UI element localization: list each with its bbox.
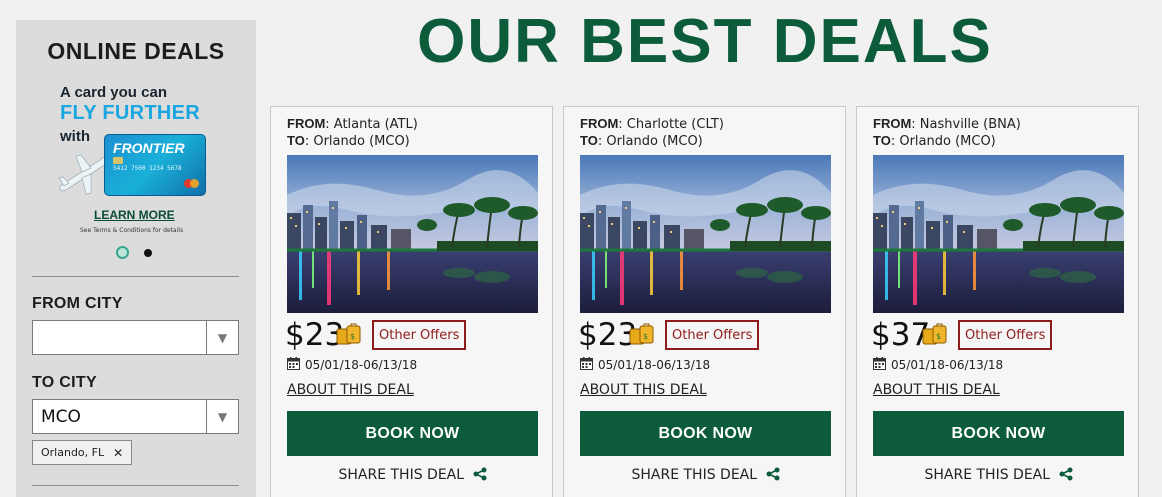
about-deal-link[interactable]: ABOUT THIS DEAL — [873, 382, 1000, 398]
about-deal-link[interactable]: ABOUT THIS DEAL — [580, 382, 707, 398]
to-city-select[interactable]: MCO ▼ — [32, 399, 239, 434]
calendar-icon — [287, 357, 300, 370]
tag-label: Orlando, FL — [41, 446, 105, 459]
share-deal-link[interactable]: SHARE THIS DEAL — [857, 467, 1140, 483]
close-icon[interactable]: ✕ — [113, 446, 123, 460]
deal-dates: 05/01/18-06/13/18 — [598, 358, 711, 372]
to-city: : Orlando (MCO) — [597, 134, 703, 149]
other-offers-button[interactable]: Other Offers — [665, 320, 760, 350]
luggage-icon: $ — [922, 323, 947, 345]
other-offers-button[interactable]: Other Offers — [372, 320, 467, 350]
promo-line-1: A card you can — [60, 84, 167, 101]
book-now-button[interactable]: BOOK NOW — [287, 411, 538, 456]
share-label: SHARE THIS DEAL — [631, 467, 758, 483]
share-deal-link[interactable]: SHARE THIS DEAL — [564, 467, 847, 483]
frontier-card-image: FRONTIER 5412 7500 1234 5678 — [104, 134, 206, 196]
from-city-select[interactable]: ▼ — [32, 320, 239, 355]
about-deal-link[interactable]: ABOUT THIS DEAL — [287, 382, 414, 398]
credit-card-promo[interactable]: A card you can FLY FURTHER with FRONTIER… — [56, 80, 226, 240]
share-icon — [766, 467, 779, 481]
book-now-button[interactable]: BOOK NOW — [580, 411, 831, 456]
deal-from: FROM: Atlanta (ATL) — [287, 116, 418, 132]
svg-text:$: $ — [350, 332, 355, 341]
to-label: TO — [873, 133, 891, 148]
deal-to: TO: Orlando (MCO) — [580, 133, 703, 149]
selected-city-tag: Orlando, FL ✕ — [32, 440, 133, 465]
promo-line-2: FLY FURTHER — [60, 102, 200, 124]
card-brand: FRONTIER — [113, 140, 185, 156]
orlando-skyline-image[interactable] — [580, 155, 831, 313]
sidebar-divider — [32, 276, 239, 277]
share-icon — [1059, 467, 1072, 481]
mastercard-logo-overlap — [190, 179, 199, 188]
share-icon — [473, 467, 486, 481]
deals-sidebar: ONLINE DEALS A card you can FLY FURTHER … — [16, 20, 256, 497]
deal-dates: 05/01/18-06/13/18 — [305, 358, 418, 372]
card-number: 5412 7500 1234 5678 — [113, 165, 182, 172]
carousel-dot[interactable] — [144, 249, 152, 257]
carousel-dots — [116, 246, 156, 259]
from-label: FROM — [873, 116, 912, 131]
luggage-icon: $ — [336, 323, 361, 345]
calendar-icon — [873, 357, 886, 370]
sidebar-title: ONLINE DEALS — [47, 38, 225, 64]
to-city: : Orlando (MCO) — [304, 134, 410, 149]
to-label: TO — [287, 133, 305, 148]
book-now-button[interactable]: BOOK NOW — [873, 411, 1124, 456]
calendar-icon — [580, 357, 593, 370]
deal-card: FROM: Atlanta (ATL) TO: Orlando (MCO) $2… — [270, 106, 553, 497]
deal-to: TO: Orlando (MCO) — [287, 133, 410, 149]
share-label: SHARE THIS DEAL — [338, 467, 465, 483]
orlando-skyline-image[interactable] — [287, 155, 538, 313]
card-chip — [113, 157, 123, 164]
from-city: : Atlanta (ATL) — [325, 117, 418, 132]
deal-dates: 05/01/18-06/13/18 — [891, 358, 1004, 372]
deal-from: FROM: Charlotte (CLT) — [580, 116, 724, 132]
deal-card: FROM: Nashville (BNA) TO: Orlando (MCO) — [856, 106, 1139, 497]
from-city-label: FROM CITY — [32, 295, 123, 312]
luggage-icon: $ — [629, 323, 654, 345]
svg-text:$: $ — [643, 332, 648, 341]
page-title: OUR BEST DEALS — [417, 7, 993, 76]
share-label: SHARE THIS DEAL — [924, 467, 1051, 483]
to-label: TO — [580, 133, 598, 148]
to-city-label: TO CITY — [32, 374, 97, 391]
chevron-down-icon[interactable]: ▼ — [206, 400, 238, 433]
deal-to: TO: Orlando (MCO) — [873, 133, 996, 149]
sidebar-divider — [32, 485, 239, 486]
to-city: : Orlando (MCO) — [890, 134, 996, 149]
to-city-value: MCO — [41, 407, 81, 427]
share-deal-link[interactable]: SHARE THIS DEAL — [271, 467, 554, 483]
carousel-dot-active[interactable] — [116, 246, 129, 259]
orlando-skyline-image[interactable] — [873, 155, 1124, 313]
from-label: FROM — [580, 116, 619, 131]
svg-text:$: $ — [936, 332, 941, 341]
deal-from: FROM: Nashville (BNA) — [873, 116, 1021, 132]
chevron-down-icon[interactable]: ▼ — [206, 321, 238, 354]
deal-card: FROM: Charlotte (CLT) TO: Orlando (MCO) — [563, 106, 846, 497]
from-city: : Nashville (BNA) — [911, 117, 1021, 132]
other-offers-button[interactable]: Other Offers — [958, 320, 1053, 350]
from-city: : Charlotte (CLT) — [618, 117, 724, 132]
from-label: FROM — [287, 116, 326, 131]
learn-more-link[interactable]: LEARN MORE — [94, 208, 175, 222]
terms-note: See Terms & Conditions for details — [80, 227, 184, 234]
